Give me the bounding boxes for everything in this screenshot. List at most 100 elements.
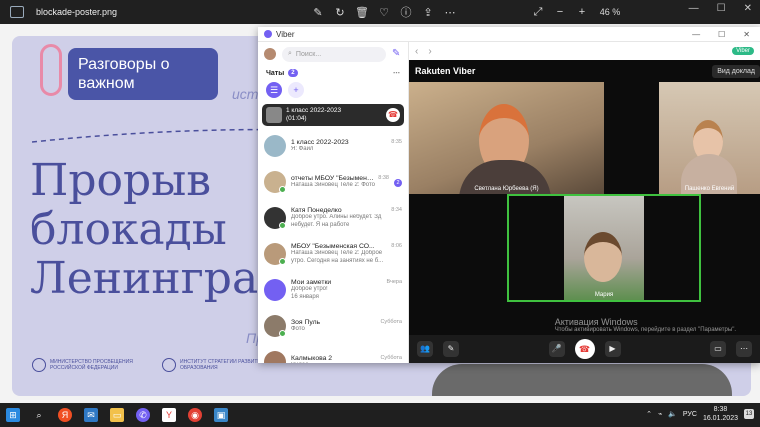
language-indicator[interactable]: РУС — [683, 411, 697, 418]
compose-icon[interactable]: ✎ — [392, 49, 402, 59]
more-icon[interactable]: ⋯ — [736, 341, 752, 357]
poster-title-line: блокады — [30, 204, 227, 255]
viber-window: Viber — ☐ ✕ ⌕ Поиск... ✎ Чаты 2 ⋯ ☰ + 1 … — [258, 27, 760, 363]
chat-time: 8:34 — [391, 207, 402, 213]
chat-preview: Наташа Зиновец Теле 2: Фото — [291, 181, 375, 188]
yandex-browser-icon[interactable]: Я — [58, 408, 72, 422]
close-icon[interactable]: ✕ — [744, 3, 752, 14]
participant-tile[interactable]: Светлана Юрбеева (Я) — [409, 82, 604, 194]
delete-icon[interactable]: 🗑 — [354, 4, 370, 20]
maximize-icon[interactable]: ☐ — [718, 30, 725, 39]
chat-list-item[interactable]: Зоя Пуль Суббота Фото — [258, 308, 408, 344]
chat-name: Мои заметки — [291, 279, 332, 286]
chat-list-item[interactable]: Катя Понеделко 8:34 Доброе утро. Алины неб… — [258, 200, 408, 236]
chat-name: Катя Понеделко — [291, 207, 342, 214]
yandex-icon[interactable]: Y — [162, 408, 176, 422]
minimize-icon[interactable]: — — [692, 30, 700, 39]
chat-name: Зоя Пуль — [291, 318, 321, 326]
network-icon[interactable]: ⌁ — [658, 410, 662, 418]
photos-taskbar-icon[interactable]: ▣ — [214, 408, 228, 422]
favorite-icon[interactable]: ♡ — [376, 4, 392, 20]
avatar — [264, 207, 286, 229]
view-button[interactable]: Вид доклад — [712, 65, 760, 78]
mail-icon[interactable]: ✉ — [84, 408, 98, 422]
file-explorer-icon[interactable]: ▭ — [110, 408, 124, 422]
online-indicator — [279, 186, 286, 193]
chat-preview: Доброе утро. Алины небудет. Зд небудет. … — [291, 214, 382, 228]
participant-tile[interactable]: Пашенко Евгений — [659, 82, 760, 194]
poster-badge: Разговоры о важном — [68, 48, 218, 100]
viber-taskbar-icon[interactable]: ✆ — [136, 408, 150, 422]
windows-start-icon[interactable]: ⊞ — [6, 408, 20, 422]
chat-item-header: Мои заметки Вчера — [291, 279, 402, 286]
end-call-button[interactable]: ☎ — [574, 339, 595, 359]
chat-preview: Фото — [291, 325, 305, 332]
chat-list-item[interactable]: Калмыкова 2 СубботаВидео — [258, 344, 408, 363]
avatar[interactable] — [264, 48, 276, 60]
chat-icon[interactable]: ▭ — [710, 341, 726, 357]
chat-list-item[interactable]: МБОУ "Безыменская СО... 8:06 Наташа Зинове… — [258, 236, 408, 272]
volume-icon[interactable]: 🔈 — [668, 410, 677, 418]
participant-tile-speaking[interactable]: Мария — [507, 194, 701, 302]
fullscreen-icon[interactable]: ⤢ — [530, 4, 546, 20]
chat-name: 1 класс 2022-2023 — [291, 138, 349, 146]
back-arrow-icon[interactable]: ‹ — [415, 46, 418, 57]
more-icon[interactable]: ⋯ — [442, 4, 458, 20]
chat-time: Суббота — [380, 354, 402, 361]
chat-preview: Наташа Зиновец Теле 2: Доброе утро. Сего… — [291, 250, 384, 264]
viber-pill[interactable]: Viber — [732, 47, 754, 55]
close-icon[interactable]: ✕ — [743, 30, 750, 39]
forward-arrow-icon[interactable]: › — [428, 46, 431, 57]
more-icon[interactable]: ⋯ — [393, 69, 400, 77]
paperclip-icon — [40, 44, 62, 96]
participants-icon[interactable]: 👥 — [417, 341, 433, 357]
search-icon[interactable]: ⌕ — [32, 408, 46, 422]
chevron-up-icon[interactable]: ⌃ — [646, 410, 652, 418]
chat-list-item[interactable]: 1 класс 2022-2023 8:35 Я: Файл — [258, 128, 408, 164]
notifications-badge[interactable]: 13 — [744, 409, 754, 419]
chat-list-item[interactable]: отчеты МБОУ "Безыменска... 8:38 Наташа Зин… — [258, 164, 408, 200]
zoom-level[interactable]: 46 % — [596, 4, 624, 20]
avatar — [264, 351, 286, 363]
chats-count-badge: 2 — [288, 69, 298, 77]
clock-time: 8:38 — [713, 406, 728, 413]
zoom-in-icon[interactable]: + — [574, 4, 590, 20]
brand-label: Rakuten Viber — [415, 66, 476, 76]
participant-name: Мария — [594, 292, 614, 298]
poster-title: Прорыв блокады Ленинград — [30, 156, 285, 303]
add-filter-icon[interactable]: + — [288, 82, 304, 98]
microphone-icon[interactable]: 🎤 — [548, 341, 565, 357]
viewer-titlebar: blockade-poster.png ✎ ↻ 🗑 ♡ ⓘ ⇪ ⋯ ⤢ − + … — [0, 0, 760, 24]
camera-icon[interactable]: ▶ — [604, 341, 621, 357]
call-controls: 👥 ✎ 🎤 ☎ ▶ ▭ ⋯ — [409, 335, 760, 363]
rotate-icon[interactable]: ↻ — [332, 4, 348, 20]
info-icon[interactable]: ⓘ — [398, 4, 414, 20]
system-tray: ⌃ ⌁ 🔈 РУС 8:38 16.01.2023 13 — [646, 405, 754, 423]
active-call-banner[interactable]: 1 класс 2022-2023 (01:04) ☎ — [262, 104, 404, 126]
call-thumbnail — [266, 107, 282, 123]
share-icon[interactable]: ⇪ — [420, 4, 436, 20]
maximize-icon[interactable]: ☐ — [717, 3, 726, 14]
ministry-logo-text: МИНИСТЕРСТВО ПРОСВЕЩЕНИЯ РОССИЙСКОЙ ФЕДЕ… — [50, 359, 133, 371]
end-call-icon[interactable]: ☎ — [386, 108, 400, 122]
chat-time: 8:06 — [391, 243, 402, 249]
search-input[interactable]: ⌕ Поиск... — [282, 46, 386, 62]
chat-list: 1 класс 2022-2023 8:35 Я: Файл отчеты МБОУ … — [258, 128, 408, 363]
filter-all-icon[interactable]: ☰ — [266, 82, 282, 98]
chat-preview: Доброе утро! 16 января — [291, 286, 328, 300]
clock-date: 16.01.2023 — [702, 415, 738, 422]
minimize-icon[interactable]: — — [689, 3, 699, 14]
chat-list-item[interactable]: Мои заметки Вчера Доброе утро! 16 января — [258, 272, 408, 308]
zoom-out-icon[interactable]: − — [552, 4, 568, 20]
edit-icon[interactable]: ✎ — [443, 341, 459, 357]
chats-label: Чаты — [266, 69, 285, 77]
edit-icon[interactable]: ✎ — [310, 4, 326, 20]
clock[interactable]: 8:38 16.01.2023 — [703, 405, 738, 423]
viber-title: Viber — [276, 29, 295, 39]
chat-item-header: отчеты МБОУ "Безыменска... 8:38 — [291, 175, 389, 182]
avatar — [264, 243, 286, 265]
taskbar: ⊞ ⌕ Я ✉ ▭ ✆ Y ◉ ▣ ⌃ ⌁ 🔈 РУС 8:38 16.01.2… — [0, 403, 760, 427]
chat-name: Калмыкова 2 — [291, 354, 333, 362]
chrome-icon[interactable]: ◉ — [188, 408, 202, 422]
